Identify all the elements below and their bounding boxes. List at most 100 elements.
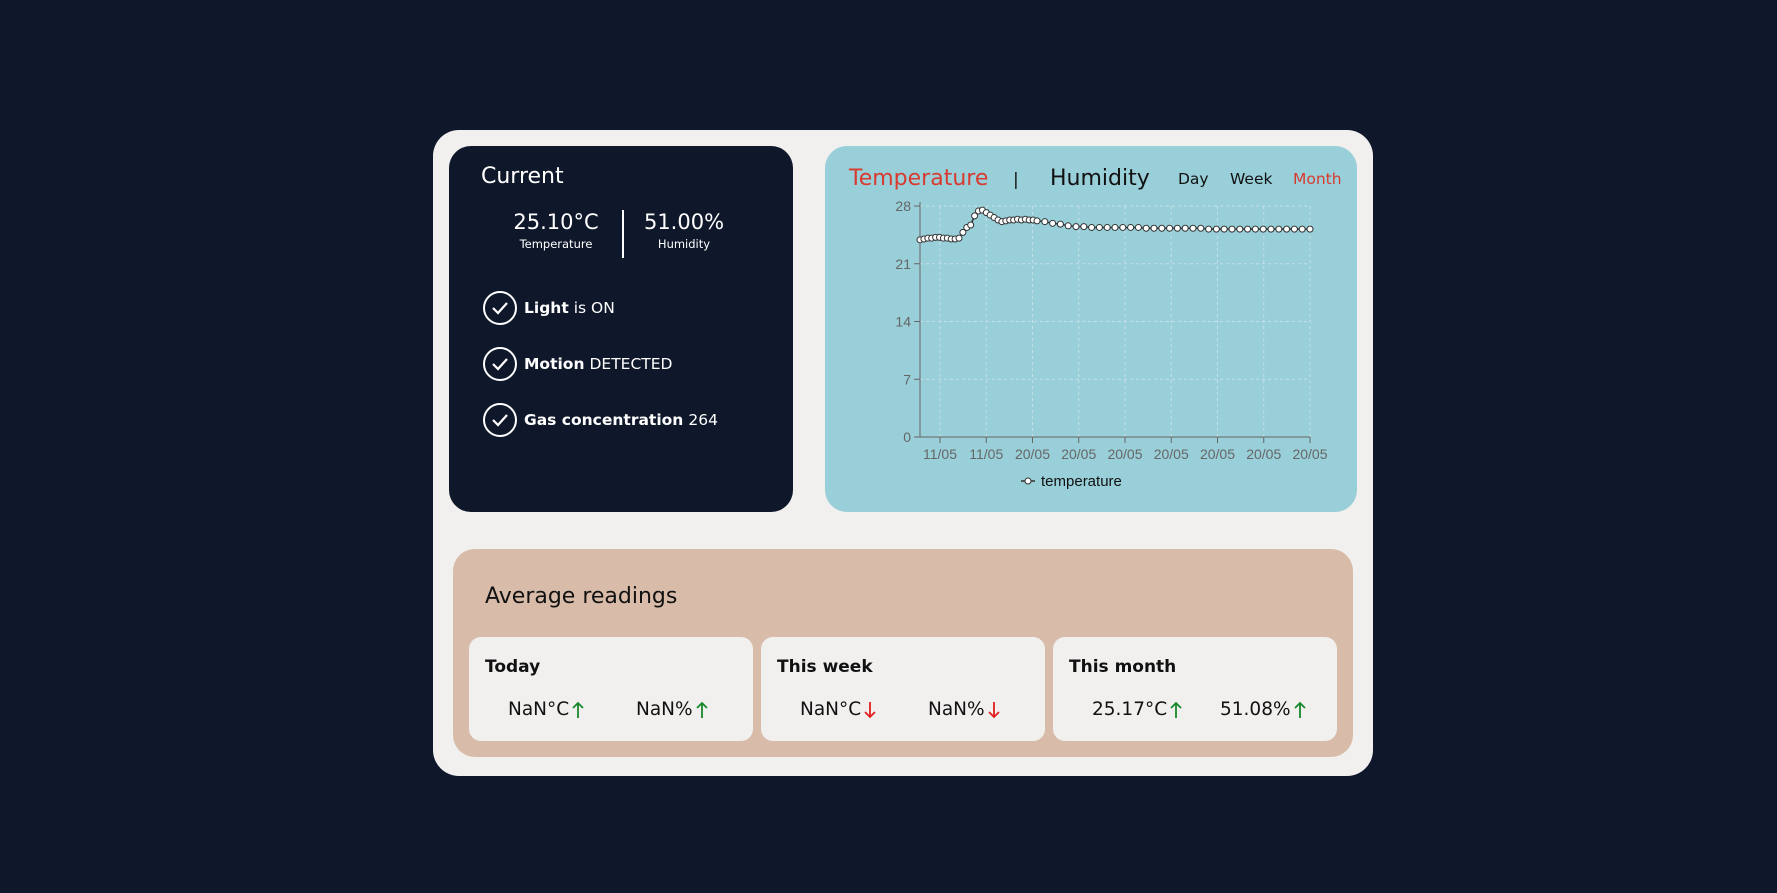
data-point <box>1150 224 1158 232</box>
check-circle-icon <box>483 403 517 437</box>
avg-card-month: This month 25.17°C 51.08% <box>1053 637 1337 741</box>
status-value: 264 <box>688 411 718 429</box>
data-point <box>1033 217 1041 225</box>
data-point <box>1251 225 1259 233</box>
avg-card-title: Today <box>485 657 541 677</box>
arrow-up-icon <box>572 701 584 718</box>
data-point <box>1095 223 1103 231</box>
chart-panel: Temperature | Humidity Day Week Month 07… <box>825 146 1357 512</box>
x-tick-label: 20/05 <box>1061 446 1096 462</box>
current-humidity: 51.00% Humidity <box>619 210 749 251</box>
current-temperature: 25.10°C Temperature <box>491 210 621 251</box>
arrow-up-icon <box>695 701 708 718</box>
data-point <box>1056 220 1064 228</box>
status-label: Light <box>524 299 569 317</box>
x-tick-label: 20/05 <box>1154 446 1189 462</box>
average-readings-panel: Average readings Today NaN°C NaN% This w… <box>453 549 1353 757</box>
avg-card-week: This week NaN°C NaN% <box>761 637 1045 741</box>
x-tick-label: 11/05 <box>923 446 957 462</box>
data-point <box>1275 225 1283 233</box>
x-tick-label: 20/05 <box>1107 446 1142 462</box>
data-point <box>955 234 963 242</box>
avg-temperature: NaN°C <box>800 699 877 720</box>
arrow-down-icon <box>987 701 1000 718</box>
avg-humidity-value: 51.08% <box>1220 699 1291 720</box>
x-tick-label: 20/05 <box>1200 446 1235 462</box>
legend-label: temperature <box>1041 473 1122 490</box>
x-tick-label: 20/05 <box>1015 446 1050 462</box>
avg-humidity: NaN% <box>636 699 709 720</box>
data-point <box>1041 218 1049 226</box>
temperature-chart: 0 7 14 21 28 11/05 11/05 20/05 20/05 20/05 20/05 20… <box>895 198 1327 490</box>
avg-temperature: NaN°C <box>508 699 585 720</box>
data-point <box>1259 225 1267 233</box>
data-point <box>1173 224 1181 232</box>
y-tick-label: 0 <box>903 429 911 445</box>
current-title: Current <box>481 164 564 189</box>
status-label: Gas concentration <box>524 411 684 429</box>
x-tick-label: 11/05 <box>969 446 1003 462</box>
data-point <box>1298 225 1306 233</box>
data-point <box>1134 223 1142 231</box>
status-motion: Motion DETECTED <box>483 347 673 381</box>
data-point <box>1244 225 1252 233</box>
y-tick-label: 14 <box>895 314 911 330</box>
dashboard-card: Current 25.10°C Temperature 51.00% Humid… <box>433 130 1373 776</box>
data-point <box>1236 225 1244 233</box>
avg-humidity: 51.08% <box>1220 699 1307 720</box>
avg-humidity-value: NaN% <box>636 699 693 720</box>
data-point <box>1119 223 1127 231</box>
x-tick-label: 20/05 <box>1246 446 1281 462</box>
avg-temperature-value: NaN°C <box>508 699 570 720</box>
data-point <box>1158 224 1166 232</box>
data-point <box>1290 225 1298 233</box>
data-point <box>1181 224 1189 232</box>
avg-card-today: Today NaN°C NaN% <box>469 637 753 741</box>
data-point <box>1205 225 1213 233</box>
data-point <box>1080 223 1088 231</box>
data-point <box>1072 223 1080 231</box>
data-point <box>1166 224 1174 232</box>
data-point <box>1220 225 1228 233</box>
avg-temperature-value: 25.17°C <box>1092 699 1168 720</box>
current-panel: Current 25.10°C Temperature 51.00% Humid… <box>449 146 793 512</box>
y-tick-label: 21 <box>895 256 911 272</box>
arrow-down-icon <box>864 701 876 718</box>
x-tick-label: 20/05 <box>1292 446 1327 462</box>
temperature-value: 25.10°C <box>513 210 599 234</box>
data-point <box>1111 223 1119 231</box>
data-point <box>1228 225 1236 233</box>
data-point <box>1088 223 1096 231</box>
legend-marker <box>1024 477 1032 485</box>
data-point <box>1197 224 1205 232</box>
avg-card-title: This month <box>1069 657 1177 677</box>
status-light: Light is ON <box>483 291 615 325</box>
humidity-value: 51.00% <box>643 210 725 234</box>
y-tick-label: 28 <box>895 198 911 214</box>
check-circle-icon <box>483 347 517 381</box>
data-point <box>967 221 975 229</box>
average-readings-title: Average readings <box>485 584 678 609</box>
data-point <box>1267 225 1275 233</box>
data-point <box>1212 225 1220 233</box>
avg-temperature: 25.17°C <box>1092 699 1183 720</box>
status-value: is ON <box>573 299 615 317</box>
avg-humidity-value: NaN% <box>928 699 985 720</box>
avg-card-title: This week <box>777 657 873 677</box>
arrow-up-icon <box>1293 701 1306 718</box>
data-point <box>1127 223 1135 231</box>
status-label: Motion <box>524 355 585 373</box>
data-point <box>1064 222 1072 230</box>
status-value: DETECTED <box>589 355 673 373</box>
humidity-label: Humidity <box>657 237 711 251</box>
avg-humidity: NaN% <box>928 699 1001 720</box>
data-point <box>1189 224 1197 232</box>
temperature-label: Temperature <box>519 237 593 251</box>
check-circle-icon <box>483 291 517 325</box>
status-gas: Gas concentration 264 <box>483 403 718 437</box>
arrow-up-icon <box>1170 701 1182 718</box>
data-point <box>1142 224 1150 232</box>
data-point <box>1283 225 1291 233</box>
avg-temperature-value: NaN°C <box>800 699 862 720</box>
data-point <box>1306 225 1314 233</box>
